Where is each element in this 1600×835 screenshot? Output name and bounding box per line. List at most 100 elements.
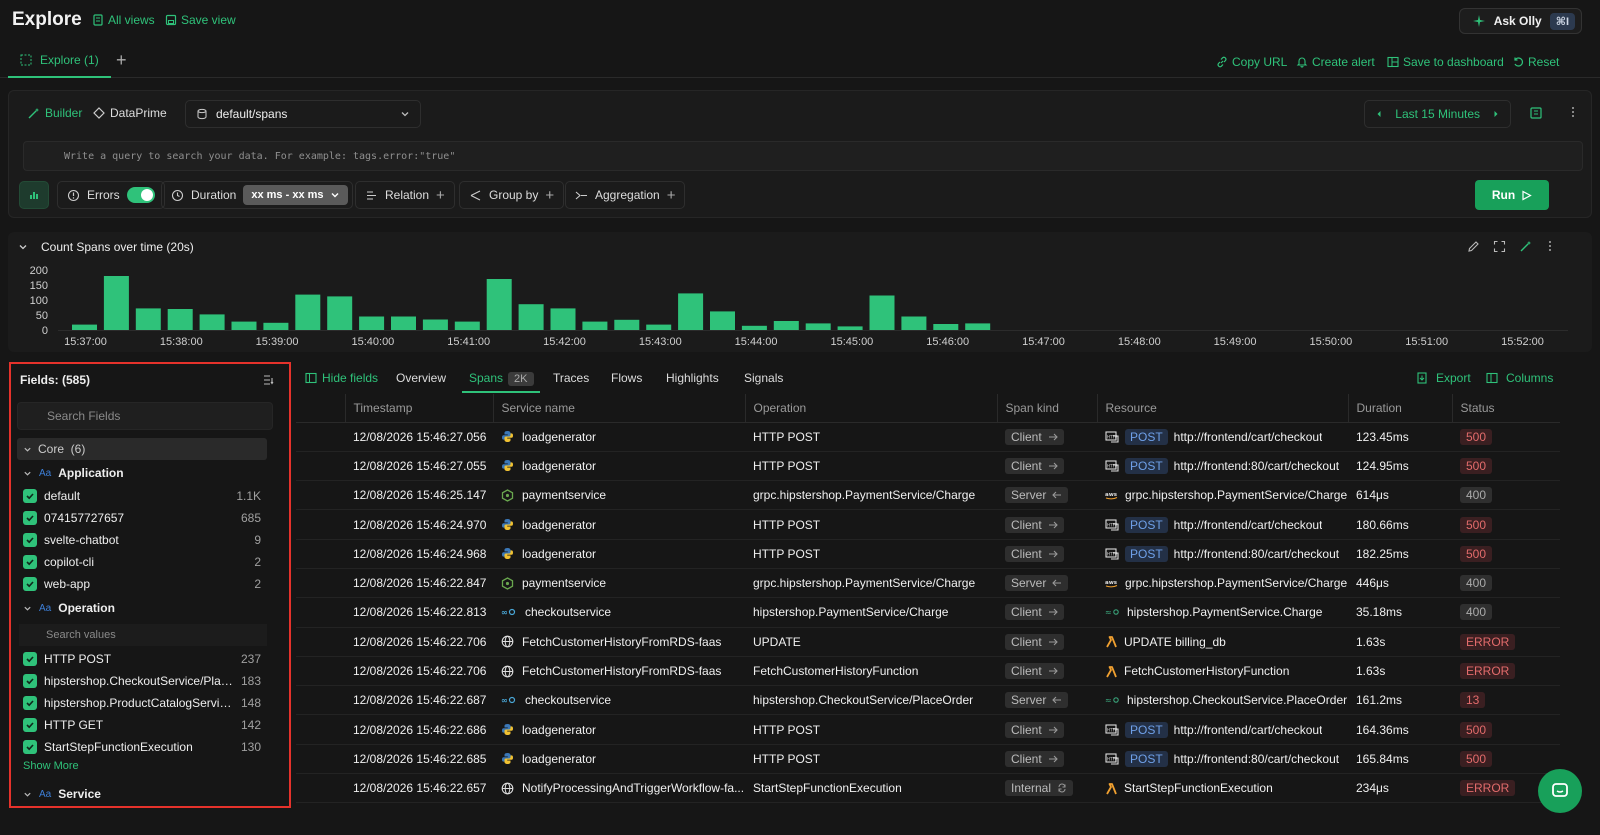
chart-bar[interactable]: [72, 324, 97, 330]
more-options-button[interactable]: [1571, 106, 1575, 118]
chart-bar[interactable]: [103, 276, 129, 330]
table-row[interactable]: 12/08/2026 15:46:22.687 ∞ checkoutservice h…: [296, 685, 1560, 716]
application-field-item[interactable]: default 1.1K: [23, 486, 261, 506]
table-row[interactable]: 12/08/2026 15:46:22.685 loadgenerator HTTP…: [296, 744, 1560, 775]
operation-field-item[interactable]: HTTP GET 142: [23, 715, 261, 735]
edit-chart-icon[interactable]: [1467, 240, 1480, 253]
errors-filter[interactable]: Errors: [57, 181, 165, 209]
chart-kebab-icon[interactable]: [1548, 240, 1552, 252]
chart-bar[interactable]: [646, 324, 672, 330]
chart-bar[interactable]: [965, 323, 991, 330]
show-more-link[interactable]: Show More: [23, 760, 79, 772]
reset-button[interactable]: Reset: [1512, 55, 1559, 69]
table-row[interactable]: 12/08/2026 15:46:27.055 loadgenerator HTTP…: [296, 451, 1560, 482]
chart-bar[interactable]: [741, 325, 767, 330]
row-select-cell[interactable]: [296, 422, 345, 452]
table-row[interactable]: 12/08/2026 15:46:22.847 paymentservice grp…: [296, 568, 1560, 599]
columns-button[interactable]: Columns: [1486, 371, 1553, 385]
chart-bar[interactable]: [263, 322, 289, 330]
application-section-toggle[interactable]: Aa Application: [23, 466, 124, 480]
tab-signals[interactable]: Signals: [744, 371, 783, 385]
operation-field-item[interactable]: hipstershop.ProductCatalogService/... 148: [23, 693, 261, 713]
column-header-operation[interactable]: Operation: [745, 394, 998, 423]
chart-bar[interactable]: [518, 304, 544, 330]
checkbox-checked-icon[interactable]: [23, 555, 37, 569]
column-header-span-kind[interactable]: Span kind: [997, 394, 1098, 423]
expand-icon[interactable]: [1493, 240, 1506, 253]
checkbox-checked-icon[interactable]: [23, 652, 37, 666]
row-select-cell[interactable]: [296, 597, 345, 628]
column-header-timestamp[interactable]: Timestamp: [345, 394, 494, 423]
duration-range-select[interactable]: xx ms - xx ms: [243, 185, 348, 205]
copy-url-button[interactable]: Copy URL: [1216, 55, 1287, 69]
chart-bar[interactable]: [391, 316, 416, 331]
list-filter-icon[interactable]: [263, 374, 275, 386]
table-row[interactable]: 12/08/2026 15:46:22.686 loadgenerator HTTP…: [296, 714, 1560, 745]
operation-field-item[interactable]: StartStepFunctionExecution 130: [23, 737, 261, 757]
search-fields-input[interactable]: [17, 402, 273, 430]
run-button[interactable]: Run: [1475, 180, 1549, 210]
query-input[interactable]: [23, 141, 1583, 171]
table-row[interactable]: 12/08/2026 15:46:27.056 loadgenerator HTTP…: [296, 422, 1560, 452]
checkbox-checked-icon[interactable]: [23, 511, 37, 525]
checkbox-checked-icon[interactable]: [23, 674, 37, 688]
row-select-cell[interactable]: [296, 480, 345, 511]
checkbox-checked-icon[interactable]: [23, 740, 37, 754]
row-select-cell[interactable]: [296, 451, 345, 482]
hide-fields-button[interactable]: Hide fields: [305, 371, 378, 385]
table-row[interactable]: 12/08/2026 15:46:22.813 ∞ checkoutservice h…: [296, 597, 1560, 628]
checkbox-checked-icon[interactable]: [23, 577, 37, 591]
save-to-dashboard-button[interactable]: Save to dashboard: [1387, 55, 1504, 69]
chart-bar[interactable]: [805, 323, 831, 330]
chart-bar[interactable]: [199, 314, 225, 330]
chart-bar[interactable]: [295, 294, 321, 330]
builder-mode-button[interactable]: Builder: [27, 106, 82, 120]
chart-bar[interactable]: [454, 321, 480, 330]
chart-bar[interactable]: [231, 321, 257, 330]
create-alert-button[interactable]: Create alert: [1296, 55, 1375, 69]
tab-flows[interactable]: Flows: [611, 371, 642, 385]
dataprime-mode-button[interactable]: DataPrime: [93, 106, 167, 120]
chart-bar[interactable]: [678, 293, 704, 330]
row-select-cell[interactable]: [296, 568, 345, 599]
column-header-service-name[interactable]: Service name: [493, 394, 746, 423]
chart-bar[interactable]: [614, 319, 640, 330]
service-section-toggle[interactable]: Aa Service: [23, 787, 101, 801]
chart-bar[interactable]: [327, 296, 353, 330]
chart-bar[interactable]: [422, 319, 448, 331]
chart-bar[interactable]: [550, 308, 576, 330]
chart-bar[interactable]: [135, 308, 161, 330]
dataset-select[interactable]: default/spans: [185, 100, 421, 128]
collapse-chart-icon[interactable]: [18, 242, 28, 252]
tab-overview[interactable]: Overview: [396, 371, 446, 385]
table-row[interactable]: 12/08/2026 15:46:22.706 FetchCustomerHist…: [296, 656, 1560, 687]
saved-queries-button[interactable]: [1529, 106, 1543, 120]
chart-bar[interactable]: [933, 324, 959, 330]
chart-bar[interactable]: [486, 279, 512, 330]
save-view-link[interactable]: Save view: [165, 13, 236, 27]
core-group-toggle[interactable]: Core (6): [17, 438, 267, 460]
row-select-cell[interactable]: [296, 539, 345, 569]
checkbox-checked-icon[interactable]: [23, 718, 37, 732]
chart-toggle-button[interactable]: [19, 181, 49, 209]
all-views-link[interactable]: All views: [92, 13, 155, 27]
chevron-left-icon[interactable]: [1375, 110, 1383, 118]
chart-bar[interactable]: [869, 295, 895, 331]
chart-wand-icon[interactable]: [1519, 240, 1532, 253]
operation-section-toggle[interactable]: Aa Operation: [23, 601, 115, 615]
tab-spans[interactable]: Spans 2K: [462, 367, 540, 393]
chart-bar[interactable]: [582, 321, 608, 330]
row-select-cell[interactable]: [296, 509, 345, 540]
aggregation-filter[interactable]: Aggregation +: [565, 181, 686, 209]
operation-field-item[interactable]: hipstershop.CheckoutService/Place... 183: [23, 671, 261, 691]
row-select-cell[interactable]: [296, 773, 345, 804]
table-row[interactable]: 12/08/2026 15:46:22.706 FetchCustomerHist…: [296, 627, 1560, 657]
search-values-input[interactable]: [19, 624, 267, 646]
export-button[interactable]: Export: [1416, 371, 1471, 385]
table-row[interactable]: 12/08/2026 15:46:24.968 loadgenerator HTTP…: [296, 539, 1560, 569]
chart-bar[interactable]: [359, 316, 385, 331]
row-select-cell[interactable]: [296, 685, 345, 716]
time-range-picker[interactable]: Last 15 Minutes: [1364, 100, 1511, 128]
chat-support-button[interactable]: [1538, 769, 1582, 813]
chart-bar[interactable]: [837, 326, 863, 330]
